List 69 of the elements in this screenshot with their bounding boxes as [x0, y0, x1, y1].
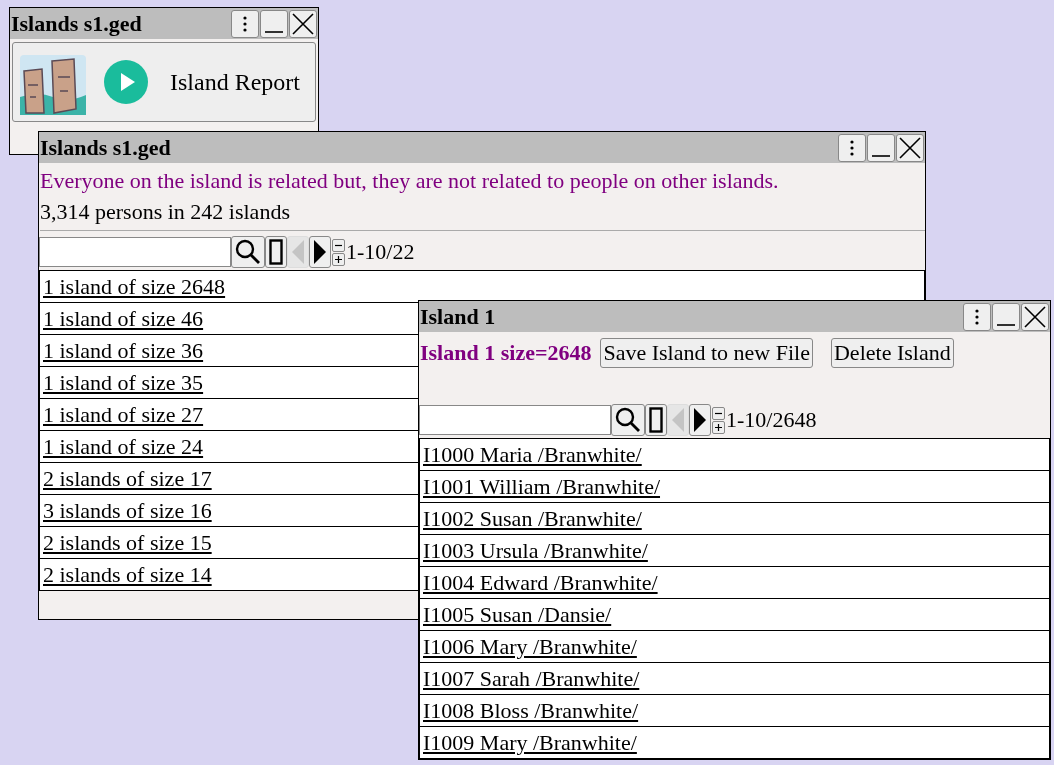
column-button[interactable]	[265, 236, 287, 268]
left-triangle-icon	[671, 407, 685, 433]
column-button[interactable]	[645, 404, 667, 436]
summary-text: 3,314 persons in 242 islands	[40, 198, 291, 226]
play-icon	[104, 60, 148, 104]
rectangle-icon	[269, 239, 283, 265]
minimize-icon	[871, 154, 891, 157]
list-link[interactable]: 1 island of size 24	[43, 433, 204, 460]
list-link[interactable]: 1 island of size 35	[43, 369, 204, 396]
list-link[interactable]: 2 islands of size 15	[43, 529, 212, 556]
list-link[interactable]: 1 island of size 27	[43, 401, 204, 428]
list-link[interactable]: 1 island of size 2648	[43, 273, 226, 300]
plus-icon	[334, 254, 343, 264]
list-link[interactable]: 2 islands of size 17	[43, 465, 212, 492]
list-link[interactable]: I1003 Ursula /Branwhite/	[423, 537, 648, 564]
page-range: 1-10/2648	[726, 407, 817, 433]
report-launcher[interactable]: Island Report	[12, 42, 316, 122]
list-link[interactable]: I1004 Edward /Branwhite/	[423, 569, 658, 596]
window-title: Island 1	[419, 303, 496, 330]
left-triangle-icon	[291, 239, 305, 265]
minimize-button[interactable]	[260, 9, 288, 38]
island-heading: Island 1 size=2648	[420, 339, 592, 366]
close-button[interactable]	[289, 9, 317, 38]
search-button[interactable]	[231, 236, 265, 268]
list-link[interactable]: I1009 Mary /Branwhite/	[423, 729, 637, 756]
list-link[interactable]: 1 island of size 36	[43, 337, 204, 364]
list-link[interactable]: 1 island of size 46	[43, 305, 204, 332]
plus-icon	[714, 422, 723, 432]
right-triangle-icon	[693, 407, 707, 433]
minimize-button[interactable]	[867, 133, 895, 162]
list-link[interactable]: I1008 Bloss /Branwhite/	[423, 697, 639, 724]
close-button[interactable]	[1021, 302, 1049, 331]
rectangle-icon	[649, 407, 663, 433]
more-icon	[849, 138, 855, 157]
list-link[interactable]: 2 islands of size 14	[43, 561, 212, 588]
more-icon	[242, 14, 248, 33]
search-icon	[235, 239, 261, 265]
close-icon	[899, 136, 921, 159]
minimize-icon	[996, 323, 1016, 326]
search-field[interactable]	[39, 237, 231, 267]
zoom-out-button[interactable]	[712, 406, 725, 420]
next-page-button[interactable]	[309, 236, 331, 268]
right-triangle-icon	[313, 239, 327, 265]
next-page-button[interactable]	[689, 404, 711, 436]
close-icon	[1024, 305, 1046, 328]
close-icon	[292, 12, 314, 35]
search-button[interactable]	[611, 404, 645, 436]
page-range: 1-10/22	[346, 239, 415, 265]
close-button[interactable]	[896, 133, 924, 162]
minimize-button[interactable]	[992, 302, 1020, 331]
zoom-in-button[interactable]	[712, 420, 725, 434]
search-icon	[615, 407, 641, 433]
window-title: Islands s1.ged	[10, 10, 142, 37]
list-link[interactable]: I1005 Susan /Dansie/	[423, 601, 612, 628]
list-link[interactable]: I1002 Susan /Branwhite/	[423, 505, 642, 532]
list-link[interactable]: I1000 Maria /Branwhite/	[423, 441, 642, 468]
zoom-in-button[interactable]	[332, 252, 345, 266]
zoom-out-button[interactable]	[332, 238, 345, 252]
action-button[interactable]: Save Island to new File	[600, 337, 813, 368]
minimize-icon	[264, 30, 284, 33]
list-link[interactable]: 3 islands of size 16	[43, 497, 212, 524]
description-text: Everyone on the island is related but, they are not related to people on other islands.	[40, 167, 780, 195]
list-link[interactable]: I1007 Sarah /Branwhite/	[423, 665, 640, 692]
window-title: Islands s1.ged	[39, 134, 171, 161]
search-field[interactable]	[419, 405, 611, 435]
action-button[interactable]: Delete Island	[831, 337, 954, 368]
more-icon	[974, 307, 980, 326]
list-link[interactable]: I1001 William /Branwhite/	[423, 473, 660, 500]
list-link[interactable]: I1006 Mary /Branwhite/	[423, 633, 637, 660]
